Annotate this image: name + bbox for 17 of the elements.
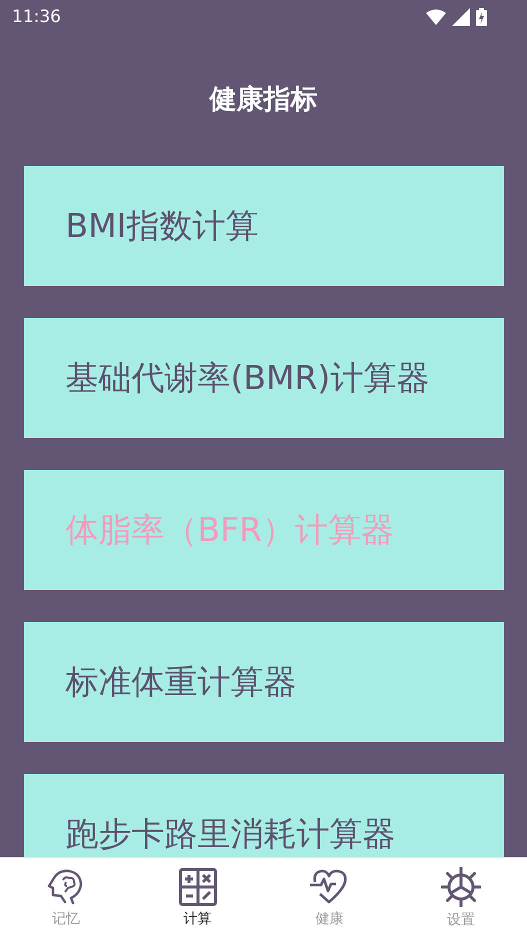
nav-tab[interactable]: 健康 [264,858,396,937]
calculator-card[interactable]: 标准体重计算器 [24,622,504,742]
status-time: 11:36 [12,7,61,27]
calculator-card[interactable]: 基础代谢率(BMR)计算器 [24,318,504,438]
calculator-card[interactable]: 跑步卡路里消耗计算器 [24,774,504,857]
battery-icon [476,8,487,26]
gear-icon [441,866,482,906]
wifi-icon [426,9,446,25]
calculator-card[interactable]: BMI指数计算 [24,166,504,286]
heart-icon [309,868,350,906]
calculator-icon [178,868,217,906]
page-title: 健康指标 [210,83,318,117]
nav-tab[interactable]: 记忆 [0,858,132,937]
head-icon [46,868,85,906]
nav-tab[interactable]: 计算 [132,858,264,937]
signal-icon [452,8,470,26]
nav-tab[interactable]: 设置 [395,858,527,937]
